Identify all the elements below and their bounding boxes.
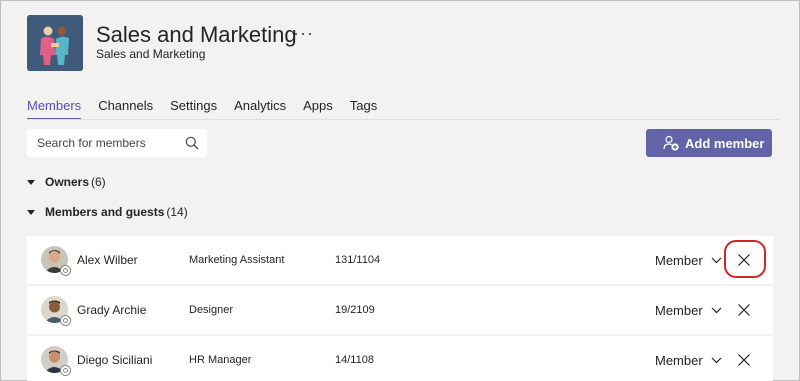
role-dropdown[interactable]: Member bbox=[655, 303, 722, 318]
caret-down-icon bbox=[27, 209, 35, 215]
tab-channels[interactable]: Channels bbox=[98, 98, 153, 120]
remove-member-icon[interactable] bbox=[737, 253, 751, 267]
member-name: Grady Archie bbox=[77, 303, 147, 317]
tab-analytics[interactable]: Analytics bbox=[234, 98, 286, 120]
role-label: Member bbox=[655, 252, 703, 268]
more-options-button[interactable]: ··· bbox=[293, 23, 314, 44]
member-title: Marketing Assistant bbox=[189, 254, 285, 266]
member-location: 14/1108 bbox=[335, 354, 374, 366]
add-member-label: Add member bbox=[685, 135, 765, 151]
member-name: Alex Wilber bbox=[77, 253, 138, 267]
tab-members[interactable]: Members bbox=[27, 98, 82, 120]
presence-status-icon bbox=[60, 315, 71, 326]
presence-status-icon bbox=[60, 365, 71, 376]
people-handshake-icon bbox=[27, 15, 83, 71]
team-manage-page: Sales and Marketing ··· Sales and Market… bbox=[0, 0, 800, 381]
search-input[interactable] bbox=[27, 129, 177, 157]
member-row: Diego Siciliani HR Manager 14/1108 Membe… bbox=[27, 336, 773, 381]
team-subtitle: Sales and Marketing bbox=[96, 47, 206, 61]
tab-settings[interactable]: Settings bbox=[170, 98, 217, 120]
chevron-down-icon bbox=[711, 257, 722, 263]
role-label: Member bbox=[655, 302, 703, 318]
presence-status-icon bbox=[60, 265, 71, 276]
avatar bbox=[41, 246, 71, 276]
avatar bbox=[41, 296, 71, 326]
role-dropdown[interactable]: Member bbox=[655, 253, 722, 268]
owners-count: (6) bbox=[91, 175, 106, 189]
team-title: Sales and Marketing bbox=[96, 22, 297, 47]
member-title: HR Manager bbox=[189, 354, 252, 366]
member-name: Diego Siciliani bbox=[77, 353, 153, 367]
add-member-button[interactable]: Add member bbox=[646, 129, 772, 157]
member-location: 19/2109 bbox=[335, 304, 375, 316]
search-icon[interactable] bbox=[185, 136, 199, 150]
chevron-down-icon bbox=[711, 307, 722, 313]
remove-member-icon[interactable] bbox=[737, 353, 751, 367]
members-label: Members and guests bbox=[45, 205, 165, 219]
member-title: Designer bbox=[189, 304, 234, 316]
avatar bbox=[41, 346, 71, 376]
role-label: Member bbox=[655, 352, 703, 368]
member-row: Alex Wilber Marketing Assistant 131/1104… bbox=[27, 236, 773, 284]
members-count: (14) bbox=[166, 205, 188, 219]
search-box bbox=[27, 129, 207, 157]
chevron-down-icon bbox=[711, 357, 722, 363]
tab-tags[interactable]: Tags bbox=[350, 98, 377, 120]
caret-down-icon bbox=[27, 179, 35, 185]
owners-label: Owners bbox=[45, 175, 90, 189]
add-person-icon bbox=[663, 135, 679, 151]
member-row: Grady Archie Designer 19/2109 Member bbox=[27, 286, 773, 334]
role-dropdown[interactable]: Member bbox=[655, 353, 722, 368]
team-logo bbox=[27, 15, 83, 71]
members-section-toggle[interactable]: Members and guests (14) bbox=[27, 205, 188, 219]
member-location: 131/1104 bbox=[335, 254, 381, 266]
tabs-divider bbox=[27, 119, 779, 120]
owners-section-toggle[interactable]: Owners (6) bbox=[27, 175, 106, 189]
tab-bar: Members Channels Settings Analytics Apps… bbox=[27, 98, 394, 120]
tab-apps[interactable]: Apps bbox=[303, 98, 333, 120]
remove-member-icon[interactable] bbox=[737, 303, 751, 317]
